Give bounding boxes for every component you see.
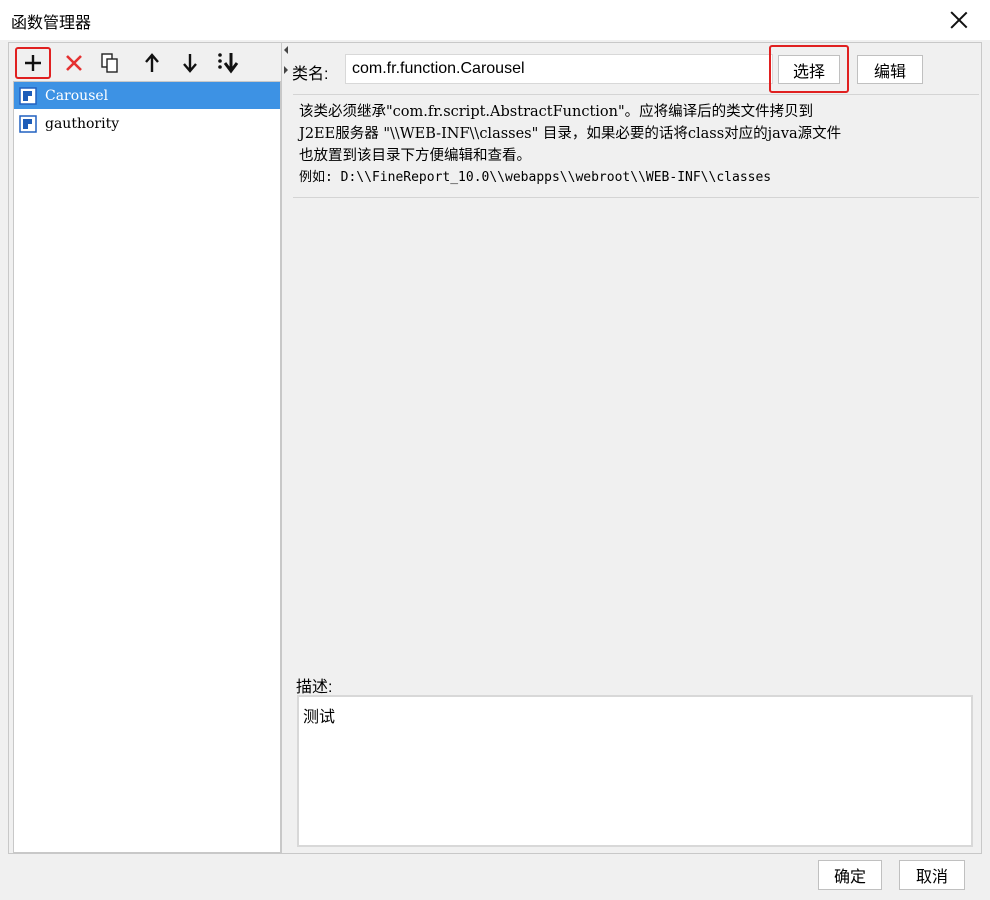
select-button[interactable]: 选择	[778, 55, 840, 84]
info-line: 例如: D:\\FineReport_10.0\\webapps\\webroo…	[299, 170, 772, 185]
delete-button[interactable]	[61, 49, 87, 77]
splitter[interactable]	[281, 43, 289, 853]
description-textarea[interactable]: 测试	[297, 695, 973, 847]
list-item[interactable]: Carousel	[14, 82, 280, 109]
move-down-button[interactable]	[177, 49, 203, 77]
list-item-label: Carousel	[45, 87, 109, 104]
list-item-label: gauthority	[45, 115, 120, 132]
info-line: 该类必须继承"com.fr.script.AbstractFunction"。应…	[299, 104, 814, 120]
info-line: 也放置到该目录下方便编辑和查看。	[299, 148, 531, 164]
description-label: 描述:	[296, 679, 333, 696]
arrow-down-icon	[183, 54, 197, 73]
x-icon	[66, 55, 82, 71]
sort-icon	[218, 53, 239, 74]
close-icon[interactable]	[946, 7, 972, 33]
right-pane: 类名: com.fr.function.Carousel 选择 编辑 该类必须继…	[291, 43, 981, 853]
footer: 确定 取消	[0, 854, 990, 900]
edit-button[interactable]: 编辑	[857, 55, 923, 84]
class-name-input[interactable]: com.fr.function.Carousel	[345, 54, 773, 84]
function-list: Carousel gauthority	[13, 81, 281, 853]
main-panel: Carousel gauthority 类名: com.fr.function.…	[8, 42, 982, 854]
collapse-left-icon[interactable]	[284, 46, 288, 54]
plus-icon	[25, 55, 41, 71]
arrow-up-icon	[145, 53, 159, 72]
info-line: J2EE服务器 "\\WEB-INF\\classes" 目录，如果必要的话将c…	[299, 126, 842, 142]
copy-icon	[101, 53, 118, 73]
left-pane: Carousel gauthority	[13, 43, 285, 853]
toolbar	[13, 45, 285, 81]
title-bar: 函数管理器	[0, 0, 990, 40]
dialog-body: Carousel gauthority 类名: com.fr.function.…	[0, 40, 990, 900]
list-item[interactable]: gauthority	[14, 110, 280, 137]
window-title: 函数管理器	[11, 15, 92, 32]
class-name-label: 类名:	[292, 66, 329, 83]
add-button[interactable]	[15, 47, 51, 79]
ok-button[interactable]: 确定	[818, 860, 882, 890]
cancel-button[interactable]: 取消	[899, 860, 965, 890]
function-icon	[19, 114, 37, 133]
info-text: 该类必须继承"com.fr.script.AbstractFunction"。应…	[293, 94, 979, 198]
move-up-button[interactable]	[139, 49, 165, 77]
sort-button[interactable]	[215, 49, 241, 77]
collapse-right-icon[interactable]	[284, 66, 288, 74]
function-icon	[19, 86, 37, 105]
copy-button[interactable]	[97, 49, 123, 77]
